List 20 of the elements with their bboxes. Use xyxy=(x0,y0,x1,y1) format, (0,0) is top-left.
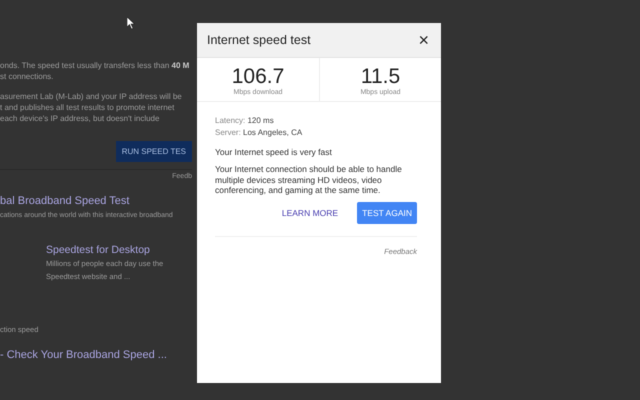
primary-button[interactable]: TEST AGAIN xyxy=(357,202,417,224)
speed-verdict: Your Internet speed is very fast xyxy=(215,147,333,157)
speed-value: 106.7 xyxy=(232,65,284,88)
paragraph-line: t and publishes all test results to promote internet xyxy=(0,102,176,113)
result-title-link[interactable]: bal Broadband Speed Test xyxy=(0,195,192,207)
speed-description: Your Internet connection should be able to handle multiple devices streaming HD videos, video conferencing, and gaming at the same time. xyxy=(215,164,403,196)
dialog-title: Internet speed test xyxy=(207,33,311,47)
speed-value: 11.5 xyxy=(360,65,400,88)
paragraph-line: st connections. xyxy=(0,71,54,82)
run-speed-test-button[interactable]: RUN SPEED TES xyxy=(116,141,192,162)
detail-line: Server: Los Angeles, CA xyxy=(215,127,304,139)
text-link-button[interactable]: LEARN MORE xyxy=(276,202,344,224)
detail-line: Latency: 120 ms xyxy=(215,115,275,127)
card-title-link[interactable]: Speedtest for Desktop xyxy=(46,244,192,256)
related-title-link[interactable]: - Check Your Broadband Speed ... xyxy=(0,349,192,361)
close-button[interactable]: × xyxy=(418,31,429,49)
mouse-pointer-icon xyxy=(127,17,135,29)
paragraph-line: onds. The speed test usually transfers less than 40 M xyxy=(0,60,190,71)
paragraph-line: each device's IP address, but doesn't include xyxy=(0,113,160,124)
paragraph-line: asurement Lab (M-Lab) and your IP address will be xyxy=(0,91,183,102)
